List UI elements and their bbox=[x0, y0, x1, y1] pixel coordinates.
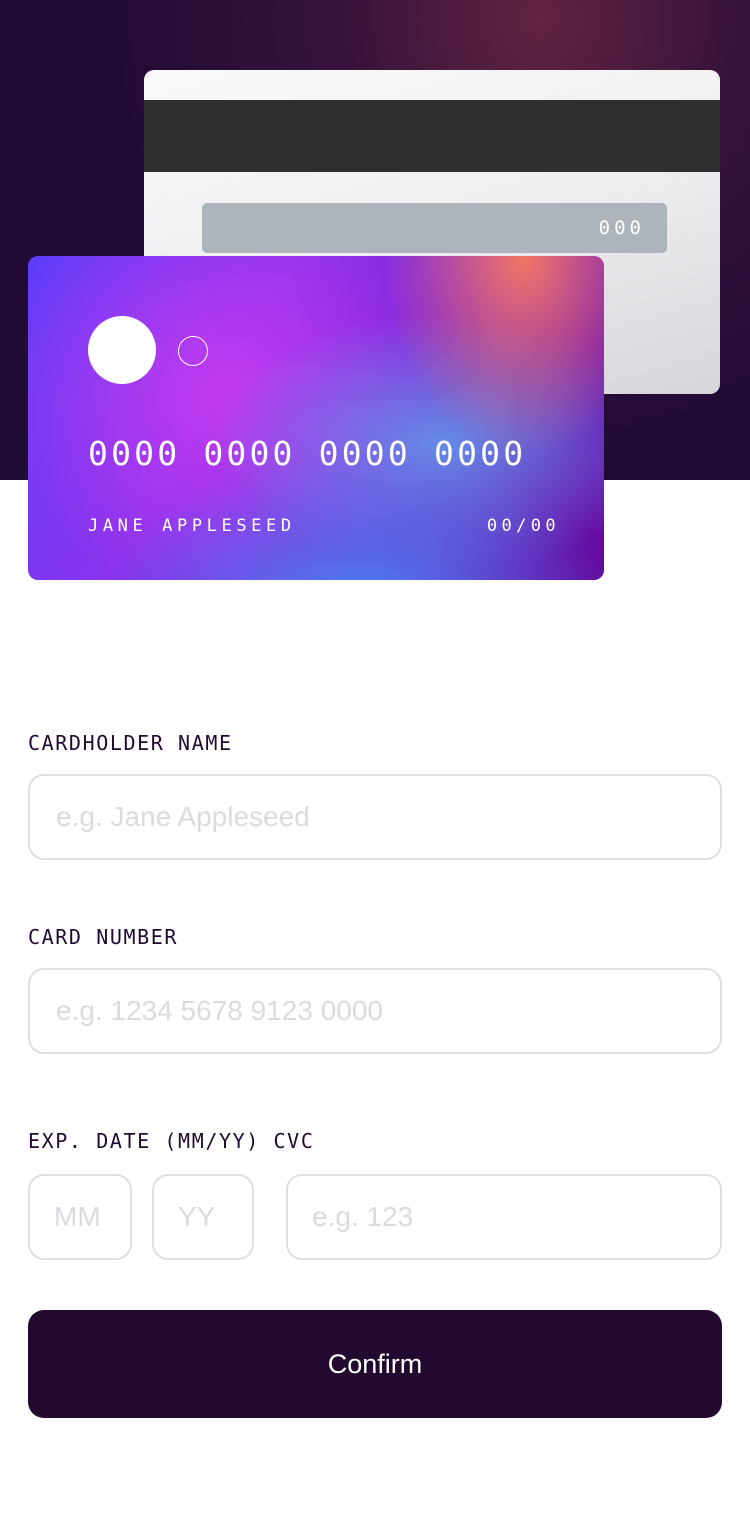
magnetic-stripe bbox=[144, 100, 720, 172]
card-number-label: CARD NUMBER bbox=[28, 925, 179, 949]
signature-strip: 000 bbox=[202, 203, 667, 253]
exp-date-cvc-row bbox=[28, 1174, 722, 1260]
card-back-cvc: 000 bbox=[598, 217, 645, 239]
card-details-form: CARDHOLDER NAME CARD NUMBER EXP. DATE (M… bbox=[28, 728, 722, 1260]
card-front-expiry: 00/00 bbox=[486, 516, 560, 536]
confirm-button[interactable]: Confirm bbox=[28, 1310, 722, 1418]
card-logo-outline-circle-icon bbox=[178, 336, 208, 366]
card-front-holder-name: JANE APPLESEED bbox=[88, 516, 296, 536]
card-front-number: 0000 0000 0000 0000 bbox=[88, 434, 527, 473]
exp-month-input[interactable] bbox=[28, 1174, 132, 1260]
cardholder-name-label: CARDHOLDER NAME bbox=[28, 731, 233, 755]
card-number-input[interactable] bbox=[28, 968, 722, 1054]
card-logo-filled-circle-icon bbox=[88, 316, 156, 384]
card-front: 0000 0000 0000 0000 JANE APPLESEED 00/00 bbox=[28, 256, 604, 580]
exp-date-cvc-label: EXP. DATE (MM/YY) CVC bbox=[28, 1129, 315, 1153]
exp-year-input[interactable] bbox=[152, 1174, 254, 1260]
cardholder-name-input[interactable] bbox=[28, 774, 722, 860]
page: 000 0000 0000 0000 0000 JANE APPLESEED 0… bbox=[0, 0, 750, 1526]
cvc-input[interactable] bbox=[286, 1174, 722, 1260]
